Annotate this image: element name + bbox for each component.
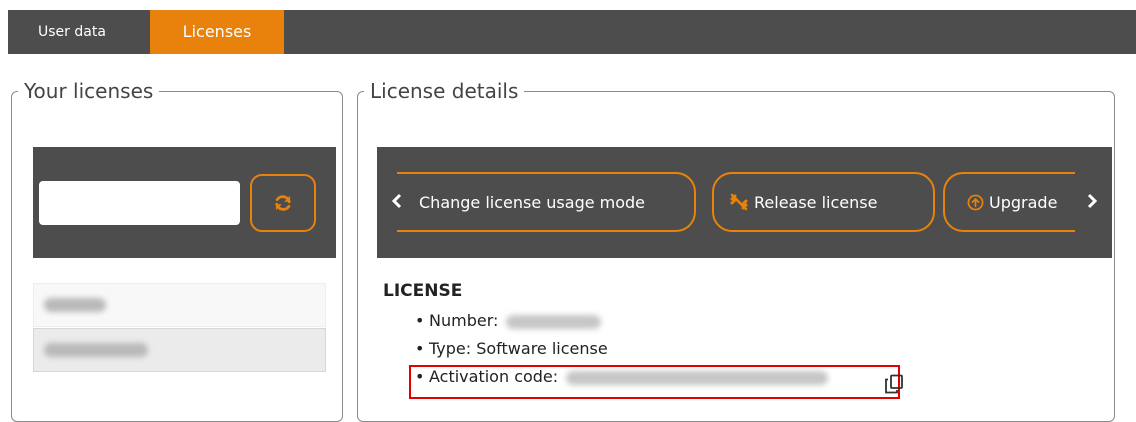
your-licenses-legend: Your licenses (24, 79, 154, 103)
license-type-item: Type: Software license (377, 335, 1112, 363)
tab-licenses[interactable]: Licenses (150, 10, 284, 54)
change-usage-mode-label: Change license usage mode (419, 192, 646, 212)
change-usage-mode-button[interactable]: Change license usage mode (397, 172, 696, 232)
activation-code-highlight (409, 365, 900, 399)
license-search-bar (33, 147, 336, 258)
release-license-label: Release license (754, 192, 878, 212)
license-type-label: Type: Software license (429, 339, 608, 358)
license-actions-toolbar: Change license usage mode Release licens… (377, 147, 1112, 258)
scroll-right-button[interactable] (1075, 147, 1109, 258)
unlink-icon (729, 192, 749, 212)
upgrade-label: Upgrade (989, 192, 1058, 212)
blurred-license-number (506, 314, 602, 329)
license-details-panel: License details Change license usage mod… (357, 80, 1115, 422)
chevron-right-icon (1087, 193, 1098, 209)
refresh-icon (275, 195, 291, 211)
your-licenses-panel: Your licenses (11, 80, 343, 422)
license-info: LICENSE Number: Type: Software license A… (377, 273, 1112, 399)
arrow-up-circle-icon (967, 194, 984, 211)
refresh-button[interactable] (250, 174, 316, 232)
top-tab-bar: User data Licenses (8, 10, 1136, 54)
blurred-license-id (44, 343, 148, 357)
upgrade-button[interactable]: Upgrade (943, 172, 1075, 232)
release-license-button[interactable]: Release license (712, 172, 935, 232)
license-list-item[interactable] (33, 283, 326, 327)
license-number-item: Number: (377, 307, 1112, 335)
license-list-item-selected[interactable] (33, 328, 326, 372)
license-search-input[interactable] (39, 181, 240, 225)
license-section-title: LICENSE (383, 281, 463, 301)
license-details-legend: License details (370, 79, 519, 103)
blurred-license-id (44, 298, 106, 312)
copy-icon[interactable] (884, 374, 904, 394)
license-number-label: Number: (429, 311, 499, 330)
tab-user-data[interactable]: User data (8, 10, 150, 54)
